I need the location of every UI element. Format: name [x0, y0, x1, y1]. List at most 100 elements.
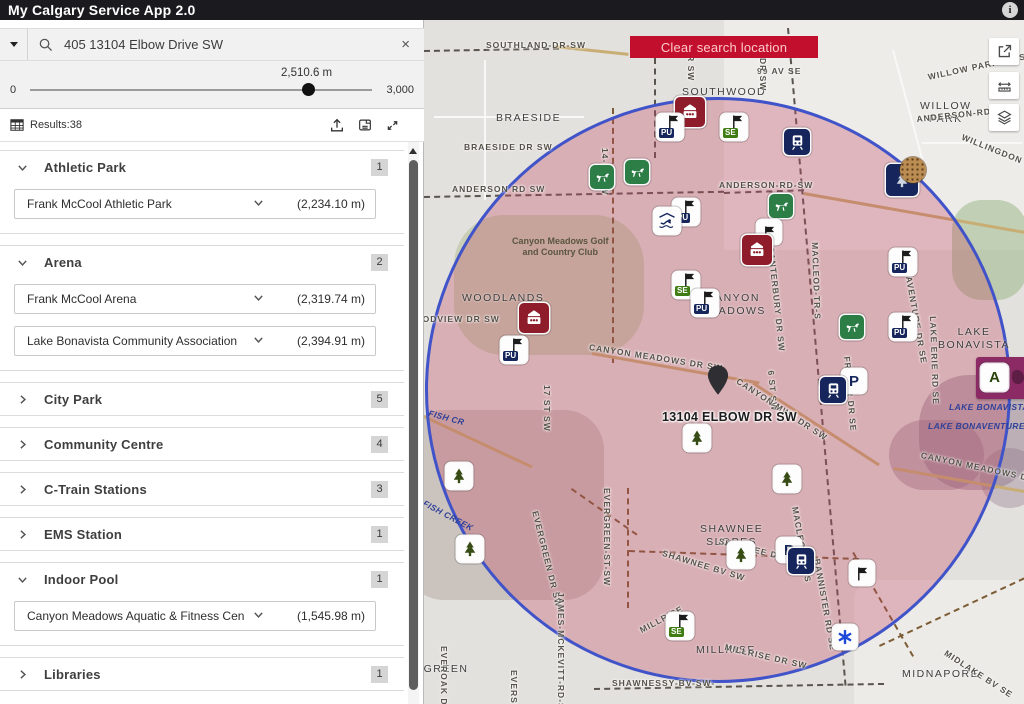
measure-button[interactable] — [989, 72, 1019, 99]
clear-search-location-button[interactable]: Clear search location — [630, 36, 818, 58]
expand-icon[interactable] — [385, 118, 400, 133]
pu-flag-marker[interactable]: PU — [501, 337, 527, 363]
chevron-right-icon — [16, 393, 29, 406]
result-item[interactable]: Canyon Meadows Aquatic & Fitness Centre(… — [14, 601, 376, 631]
chevron-down-icon — [252, 333, 265, 349]
accordion-header[interactable]: C-Train Stations3 — [0, 473, 404, 505]
road-line — [484, 60, 486, 200]
facility-distance: (2,394.91 m) — [273, 334, 365, 348]
facility-distance: (2,319.74 m) — [273, 292, 365, 306]
ctrain-station-marker[interactable] — [788, 548, 814, 574]
count-badge: 1 — [371, 666, 388, 683]
count-badge: 5 — [371, 391, 388, 408]
panel-scrollbar[interactable] — [408, 142, 419, 704]
search-source-dropdown[interactable] — [0, 29, 28, 60]
pu-flag-marker[interactable]: PU — [890, 314, 916, 340]
off-leash-area-marker[interactable] — [769, 194, 793, 218]
pu-flag-marker[interactable]: PU — [657, 114, 683, 140]
app-title-bar: My Calgary Service App 2.0 i — [0, 0, 1024, 20]
accordion-header[interactable]: Community Centre 4 — [0, 428, 404, 460]
info-icon[interactable]: i — [1002, 2, 1018, 18]
off-leash-area-marker[interactable] — [840, 315, 864, 339]
accordion-header[interactable]: Indoor Pool1 — [0, 563, 404, 595]
facility-name: Lake Bonavista Community Association — [27, 334, 244, 348]
marker-blob — [1012, 370, 1024, 384]
result-item[interactable]: Frank McCool Arena (2,319.74 m) — [14, 284, 376, 314]
off-leash-area-marker[interactable] — [625, 160, 649, 184]
layers-button[interactable] — [989, 104, 1019, 131]
export-table-icon[interactable] — [357, 117, 373, 133]
search-location-pin[interactable] — [707, 365, 729, 400]
ctrain-station-marker[interactable] — [784, 129, 810, 155]
result-item[interactable]: Frank McCool Athletic Park (2,234.10 m) — [14, 189, 376, 219]
category-label: City Park — [44, 392, 102, 407]
community-centre-marker[interactable] — [742, 235, 772, 265]
facility-cluster-marker[interactable] — [886, 164, 918, 196]
map-label: EVEROAK DR S — [439, 646, 449, 704]
accordion-group: City Park 5 — [0, 382, 404, 416]
facility-name: Frank McCool Arena — [27, 292, 244, 306]
search-input[interactable] — [62, 36, 397, 53]
accordion-group: C-Train Stations3 — [0, 472, 404, 506]
ctrain-station-marker[interactable] — [820, 377, 846, 403]
pu-flag-marker[interactable]: PU — [692, 290, 718, 316]
slider-min-label: 0 — [10, 84, 16, 96]
map-label: ANDERSON-RD-SW — [719, 180, 813, 190]
facility-distance: (2,234.10 m) — [273, 197, 365, 211]
category-label: Community Centre — [44, 437, 164, 452]
park-marker[interactable] — [446, 463, 472, 489]
facility-name: Frank McCool Athletic Park — [27, 197, 244, 211]
chevron-down-icon — [252, 196, 265, 212]
park-marker[interactable] — [457, 536, 483, 562]
results-toolbar: Results:38 — [0, 109, 424, 142]
accordion-header[interactable]: EMS Station1 — [0, 518, 404, 550]
category-label: C-Train Stations — [44, 482, 147, 497]
accordion-header[interactable]: Libraries1 — [0, 658, 404, 690]
slider-thumb[interactable] — [302, 83, 315, 96]
scrollbar-thumb[interactable] — [409, 160, 418, 690]
pu-flag-marker[interactable]: PU — [890, 249, 916, 275]
chevron-right-icon — [16, 668, 29, 681]
share-map-button[interactable] — [989, 38, 1019, 65]
indoor-pool-marker[interactable] — [654, 208, 680, 234]
map-label: WOODVIEW DR SW — [424, 314, 500, 324]
category-label: EMS Station — [44, 527, 122, 542]
chevron-right-icon — [16, 483, 29, 496]
accordion-group: Libraries1 — [0, 657, 404, 691]
distance-slider[interactable]: 2,510.6 m — [30, 80, 372, 100]
slider-value-label: 2,510.6 m — [281, 67, 332, 79]
chevron-right-icon — [16, 438, 29, 451]
slider-track[interactable] — [30, 89, 372, 91]
flag-marker[interactable] — [850, 561, 874, 585]
upload-icon[interactable] — [329, 117, 345, 133]
se-flag-marker[interactable]: SE — [667, 613, 693, 639]
search-bar: × — [0, 28, 424, 61]
search-box[interactable]: × — [28, 29, 424, 60]
clear-search-icon[interactable]: × — [397, 36, 414, 53]
accordion-header[interactable]: Athletic Park1 — [0, 151, 404, 183]
cluster-dot-sphere — [900, 157, 926, 183]
library-marker[interactable]: A — [976, 357, 1024, 399]
accordion-header[interactable]: Arena2 — [0, 246, 404, 278]
se-flag-marker[interactable]: SE — [721, 114, 747, 140]
community-centre-marker[interactable] — [519, 303, 549, 333]
category-label: Arena — [44, 255, 82, 270]
library-a-icon: A — [981, 364, 1008, 391]
scroll-up-arrow-icon[interactable] — [409, 148, 417, 154]
park-marker[interactable] — [774, 466, 800, 492]
map-canvas[interactable]: SOUTHLAND-DR-SW99 AV SEWILLOW PARK DR SE… — [424, 20, 1024, 704]
distance-slider-row: 0 2,510.6 m 3,000 — [0, 61, 424, 109]
map-label: JAMES-MCKEVITT-RD-SW — [556, 592, 566, 704]
ems-station-marker[interactable] — [833, 625, 857, 649]
park-marker[interactable] — [728, 542, 754, 568]
measure-icon — [996, 77, 1013, 94]
search-icon — [38, 37, 53, 52]
chevron-down-icon — [16, 573, 29, 586]
count-badge: 4 — [371, 436, 388, 453]
off-leash-area-marker[interactable] — [590, 165, 614, 189]
results-accordion: Athletic Park1 Frank McCool Athletic Park… — [0, 142, 404, 704]
park-marker[interactable] — [684, 425, 710, 451]
result-item[interactable]: Lake Bonavista Community Association (2,3… — [14, 326, 376, 356]
accordion-header[interactable]: City Park 5 — [0, 383, 404, 415]
map-label: ANDERSON RD SW — [452, 184, 545, 194]
